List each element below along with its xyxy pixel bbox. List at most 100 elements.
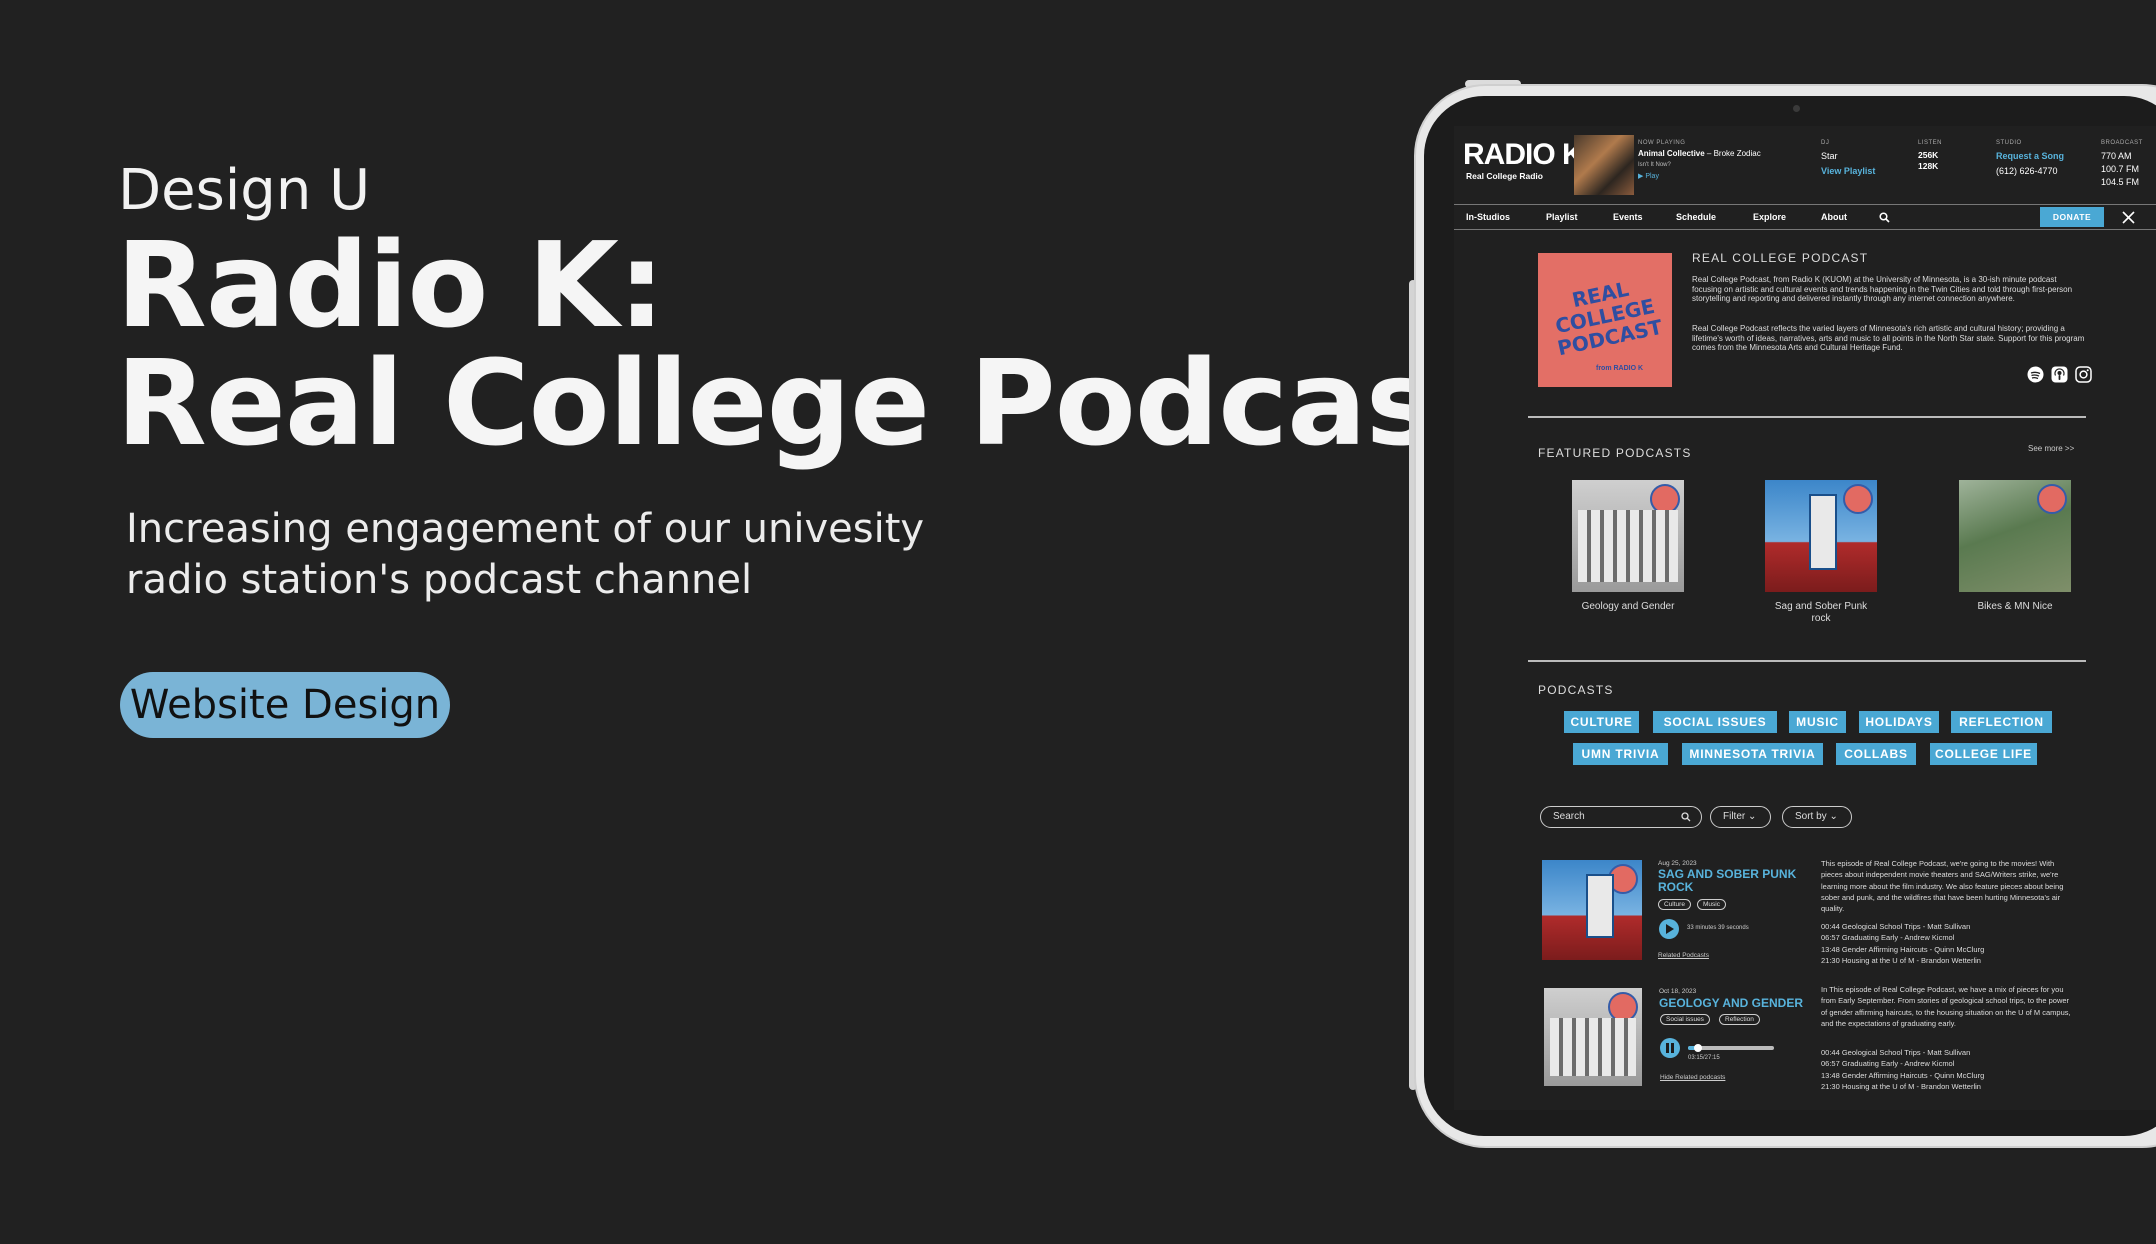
instagram-icon[interactable] (2075, 366, 2092, 383)
see-more-link[interactable]: See more >> (2028, 444, 2074, 453)
broadcast-fm1: 100.7 FM (2101, 164, 2140, 174)
nav-schedule[interactable]: Schedule (1676, 212, 1716, 222)
filter-dropdown[interactable]: Filter ⌄ (1710, 806, 1771, 828)
nav-about[interactable]: About (1821, 212, 1847, 222)
main-nav: In-Studios Playlist Events Schedule Expl… (1454, 204, 2156, 230)
nav-events[interactable]: Events (1613, 212, 1643, 222)
related-podcasts-link[interactable]: Related Podcasts (1658, 952, 1709, 959)
featured-heading: FEATURED PODCASTS (1538, 446, 1692, 460)
podcast-cover-art: REAL COLLEGE PODCAST from RADIO K (1538, 253, 1672, 387)
chapter-item[interactable]: 06:57 Graduating Early - Andrew Kicmol (1821, 932, 1984, 943)
hero-title: Radio K: Real College Podcast (116, 226, 1491, 472)
episode-title[interactable]: GEOLOGY AND GENDER (1659, 997, 1819, 1010)
featured-thumb-sag[interactable] (1765, 480, 1877, 592)
nav-in-studios[interactable]: In-Studios (1466, 212, 1510, 222)
studio-phone: (612) 626-4770 (1996, 166, 2058, 176)
cover-text: REAL COLLEGE PODCAST (1553, 276, 1665, 361)
featured-caption[interactable]: Sag and Sober Punk rock (1767, 601, 1875, 625)
episode-chip[interactable]: Music (1697, 899, 1726, 910)
progress-handle[interactable] (1694, 1044, 1703, 1052)
progress-track[interactable] (1688, 1044, 1774, 1052)
search-input[interactable]: Search (1540, 806, 1702, 828)
podcast-badge-icon (1608, 992, 1638, 1022)
now-playing-label: NOW PLAYING (1638, 140, 1686, 146)
podcast-badge-icon (1843, 484, 1873, 514)
hero-subtitle-line2: radio station's podcast channel (126, 557, 753, 603)
featured-thumb-geology[interactable] (1572, 480, 1684, 592)
donate-button[interactable]: DONATE (2040, 207, 2104, 227)
chapter-item[interactable]: 13:48 Gender Affirming Haircuts - Quinn … (1821, 944, 1984, 955)
search-icon[interactable] (1681, 812, 1691, 822)
tag-collabs[interactable]: COLLABS (1836, 743, 1916, 765)
filter-label: Filter (1723, 811, 1746, 822)
tag-reflection[interactable]: REFLECTION (1951, 711, 2052, 733)
playback-time: 03:15/27:15 (1688, 1055, 1720, 1061)
view-playlist-link[interactable]: View Playlist (1821, 166, 1875, 176)
episode-thumb[interactable] (1544, 988, 1642, 1086)
episode-thumb[interactable] (1542, 860, 1642, 960)
sort-label: Sort by (1795, 811, 1827, 822)
chapter-item[interactable]: 00:44 Geological School Trips - Matt Sul… (1821, 921, 1984, 932)
logo-subtitle: Real College Radio (1466, 171, 1543, 181)
podcast-badge-icon (1608, 864, 1638, 894)
chapter-item[interactable]: 00:44 Geological School Trips - Matt Sul… (1821, 1047, 1984, 1058)
episode-date: Oct 18, 2023 (1659, 988, 1697, 995)
episode-chapters: 00:44 Geological School Trips - Matt Sul… (1821, 921, 1984, 966)
episode-chip[interactable]: Social issues (1660, 1014, 1710, 1025)
podcasts-heading: PODCASTS (1538, 683, 1614, 697)
featured-caption[interactable]: Bikes & MN Nice (1945, 601, 2085, 613)
artist-name: Animal Collective (1638, 149, 1705, 158)
play-button[interactable] (1659, 919, 1679, 939)
play-link[interactable]: ▶ Play (1638, 172, 1659, 180)
tag-minnesota-trivia[interactable]: MINNESOTA TRIVIA (1682, 743, 1823, 765)
broadcast-label: BROADCAST (2101, 140, 2143, 146)
podcast-badge-icon (2037, 484, 2067, 514)
tag-holidays[interactable]: HOLIDAYS (1859, 711, 1939, 733)
nav-playlist[interactable]: Playlist (1546, 212, 1578, 222)
spotify-icon[interactable] (2027, 366, 2044, 383)
sort-dropdown[interactable]: Sort by ⌄ (1782, 806, 1852, 828)
stream-128k[interactable]: 128K (1918, 161, 1938, 171)
nav-explore[interactable]: Explore (1753, 212, 1786, 222)
episode-chip[interactable]: Culture (1658, 899, 1691, 910)
request-song-link[interactable]: Request a Song (1996, 151, 2064, 161)
tag-social-issues[interactable]: SOCIAL ISSUES (1653, 711, 1777, 733)
chevron-down-icon: ⌄ (1829, 811, 1838, 822)
tag-music[interactable]: MUSIC (1789, 711, 1846, 733)
camera-icon (1793, 105, 1800, 112)
episode-chip[interactable]: Reflection (1719, 1014, 1760, 1025)
episode-title[interactable]: SAG AND SOBER PUNK ROCK (1658, 868, 1806, 894)
broadcast-am: 770 AM (2101, 151, 2132, 161)
chevron-down-icon: ⌄ (1748, 811, 1757, 822)
listen-label: LISTEN (1918, 140, 1943, 146)
hero-title-line2: Real College Podcast (116, 334, 1491, 472)
radio-k-logo[interactable]: RADIO K (1463, 140, 1584, 170)
about-paragraph-2: Real College Podcast reflects the varied… (1692, 324, 2085, 353)
tag-umn-trivia[interactable]: UMN TRIVIA (1573, 743, 1668, 765)
apple-podcasts-icon[interactable] (2051, 366, 2068, 383)
chapter-item[interactable]: 21:30 Housing at the U of M - Brandon We… (1821, 1081, 1984, 1092)
chapter-item[interactable]: 13:48 Gender Affirming Haircuts - Quinn … (1821, 1070, 1984, 1081)
episode-chapters: 00:44 Geological School Trips - Matt Sul… (1821, 1047, 1984, 1092)
featured-caption[interactable]: Geology and Gender (1558, 601, 1698, 613)
episode-description: In This episode of Real College Podcast,… (1821, 985, 2071, 1028)
close-icon[interactable] (2122, 211, 2135, 224)
tag-college-life[interactable]: COLLEGE LIFE (1930, 743, 2037, 765)
broadcast-fm2: 104.5 FM (2101, 177, 2140, 187)
featured-thumb-bikes[interactable] (1959, 480, 2071, 592)
tag-culture[interactable]: CULTURE (1564, 711, 1639, 733)
chapter-item[interactable]: 06:57 Graduating Early - Andrew Kicmol (1821, 1058, 1984, 1069)
episode-date: Aug 25, 2023 (1658, 860, 1697, 867)
album-art (1574, 135, 1634, 195)
dj-label: DJ (1821, 140, 1830, 146)
dj-name: Star (1821, 151, 1838, 161)
stream-256k[interactable]: 256K (1918, 150, 1938, 160)
studio-label: STUDIO (1996, 140, 2022, 146)
about-paragraph-1: Real College Podcast, from Radio K (KUOM… (1692, 275, 2073, 304)
hide-related-link[interactable]: Hide Related podcasts (1660, 1074, 1725, 1081)
search-icon[interactable] (1879, 212, 1890, 223)
chapter-item[interactable]: 21:30 Housing at the U of M - Brandon We… (1821, 955, 1984, 966)
pause-button[interactable] (1660, 1038, 1680, 1058)
section-divider-1 (1528, 416, 2086, 418)
section-divider-2 (1528, 660, 2086, 662)
